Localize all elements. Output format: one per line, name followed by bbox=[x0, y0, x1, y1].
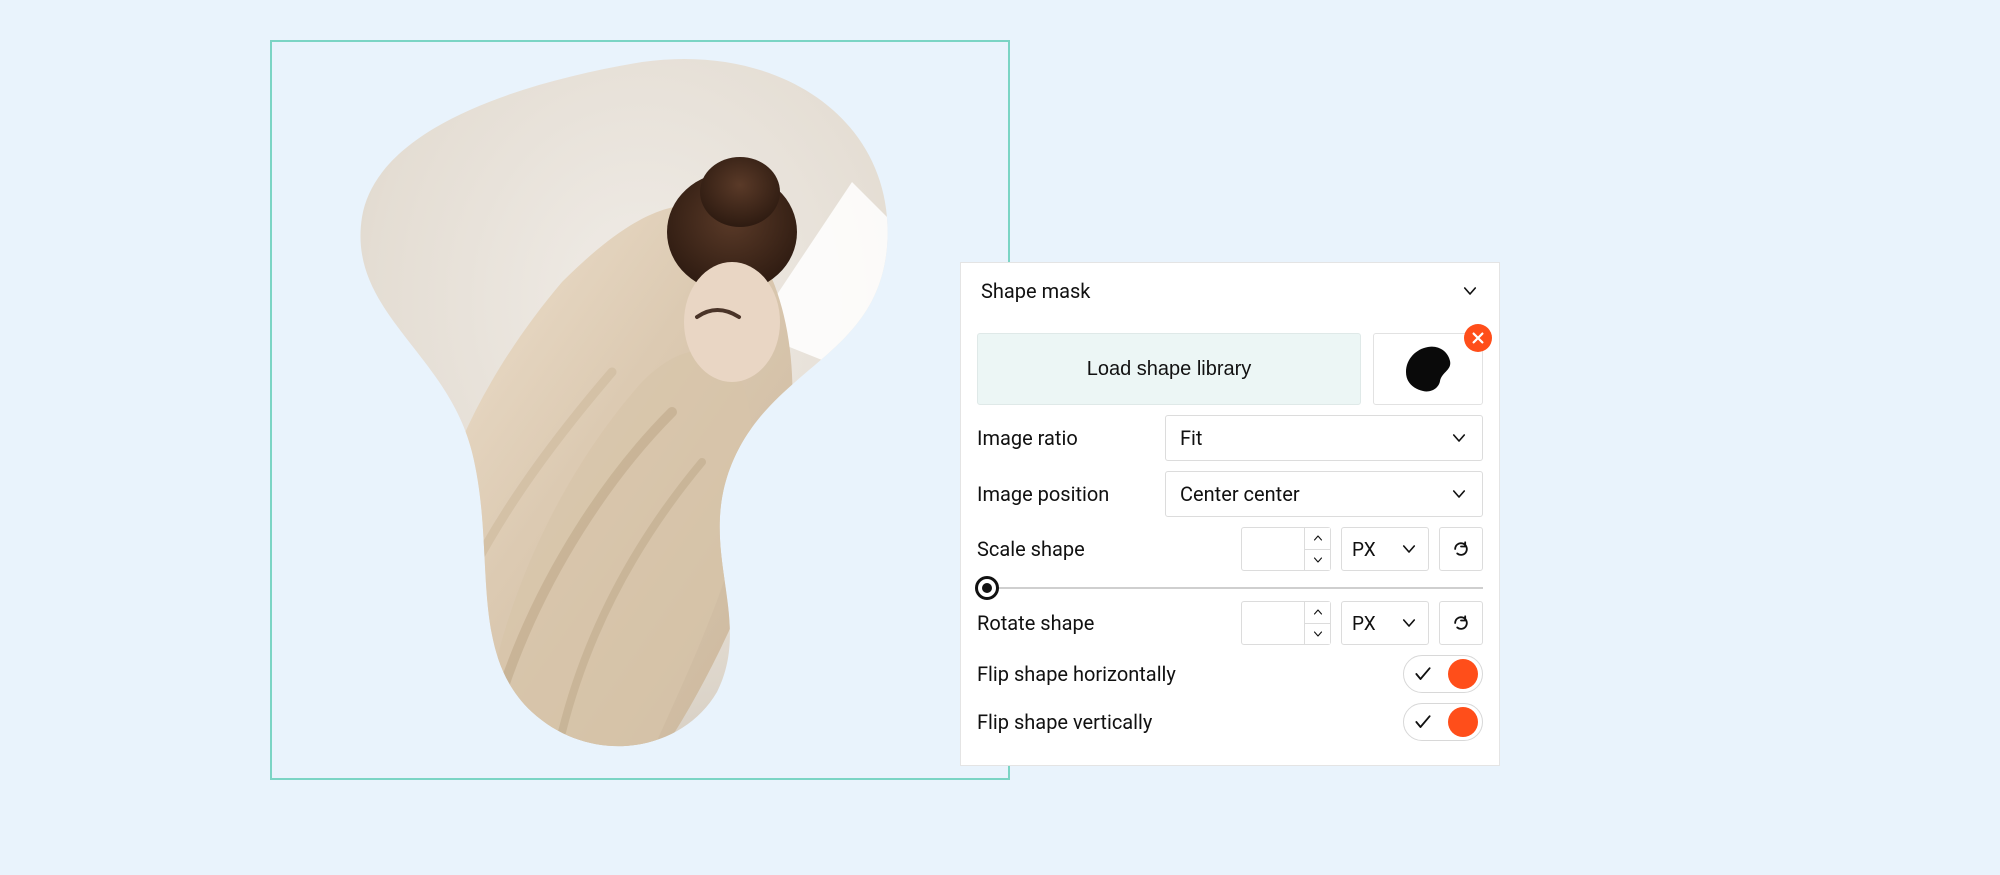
check-icon bbox=[1408, 664, 1438, 684]
chevron-down-icon bbox=[1461, 282, 1479, 300]
masked-image[interactable] bbox=[332, 52, 952, 762]
panel-body: Load shape library Image ratio Fit Imag bbox=[961, 317, 1499, 765]
scale-unit-select[interactable]: PX bbox=[1341, 527, 1429, 571]
shape-preview[interactable] bbox=[1373, 333, 1483, 405]
image-ratio-value: Fit bbox=[1180, 426, 1202, 450]
slider-track[interactable] bbox=[977, 587, 1483, 589]
load-shape-library-button[interactable]: Load shape library bbox=[977, 333, 1361, 405]
image-position-select[interactable]: Center center bbox=[1165, 471, 1483, 517]
chevron-down-icon bbox=[1400, 540, 1418, 558]
scale-input[interactable] bbox=[1242, 528, 1304, 570]
scale-shape-label: Scale shape bbox=[977, 537, 1153, 561]
rotate-reset-button[interactable] bbox=[1439, 601, 1483, 645]
rotate-stepper bbox=[1304, 602, 1330, 644]
rotate-unit-select[interactable]: PX bbox=[1341, 601, 1429, 645]
canvas-frame[interactable] bbox=[270, 40, 1010, 780]
rotate-unit-value: PX bbox=[1352, 612, 1376, 635]
scale-reset-button[interactable] bbox=[1439, 527, 1483, 571]
scale-input-wrap bbox=[1241, 527, 1331, 571]
rotate-step-up[interactable] bbox=[1305, 602, 1330, 624]
toggle-knob bbox=[1448, 659, 1478, 689]
flip-v-toggle[interactable] bbox=[1403, 703, 1483, 741]
panel-title: Shape mask bbox=[981, 279, 1090, 303]
blob-shape-icon bbox=[1402, 345, 1454, 393]
rotate-input-wrap bbox=[1241, 601, 1331, 645]
check-icon bbox=[1408, 712, 1438, 732]
scale-step-down[interactable] bbox=[1305, 550, 1330, 571]
image-position-value: Center center bbox=[1180, 482, 1300, 506]
remove-shape-button[interactable] bbox=[1464, 324, 1492, 352]
scale-slider[interactable] bbox=[977, 587, 1483, 589]
rotate-step-down[interactable] bbox=[1305, 624, 1330, 645]
reset-icon bbox=[1451, 539, 1471, 559]
chevron-down-icon bbox=[1400, 614, 1418, 632]
rotate-input[interactable] bbox=[1242, 602, 1304, 644]
scale-step-up[interactable] bbox=[1305, 528, 1330, 550]
chevron-down-icon bbox=[1450, 429, 1468, 447]
panel-header[interactable]: Shape mask bbox=[961, 263, 1499, 317]
shape-mask-panel: Shape mask Load shape library Image rati… bbox=[960, 262, 1500, 766]
chevron-down-icon bbox=[1450, 485, 1468, 503]
flip-h-label: Flip shape horizontally bbox=[977, 662, 1391, 686]
flip-v-label: Flip shape vertically bbox=[977, 710, 1391, 734]
close-icon bbox=[1471, 331, 1485, 345]
flip-h-toggle[interactable] bbox=[1403, 655, 1483, 693]
scale-unit-value: PX bbox=[1352, 538, 1376, 561]
image-ratio-select[interactable]: Fit bbox=[1165, 415, 1483, 461]
toggle-knob bbox=[1448, 707, 1478, 737]
reset-icon bbox=[1451, 613, 1471, 633]
slider-thumb[interactable] bbox=[975, 576, 999, 600]
image-ratio-label: Image ratio bbox=[977, 426, 1153, 450]
rotate-shape-label: Rotate shape bbox=[977, 611, 1153, 635]
image-position-label: Image position bbox=[977, 482, 1153, 506]
scale-stepper bbox=[1304, 528, 1330, 570]
